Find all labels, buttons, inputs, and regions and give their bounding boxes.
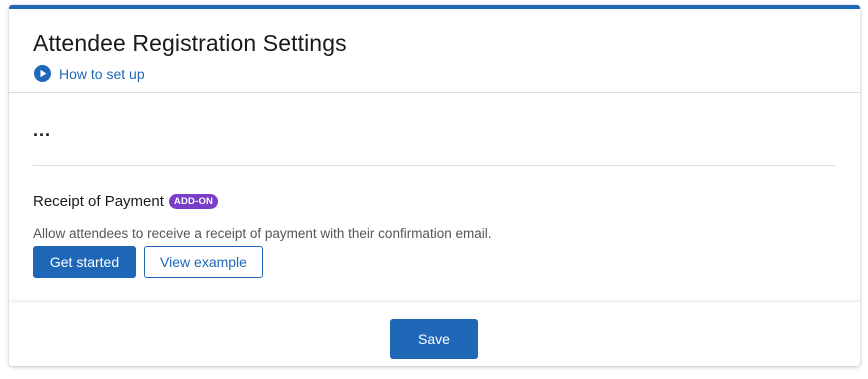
get-started-button[interactable]: Get started xyxy=(33,246,136,278)
section-description: Allow attendees to receive a receipt of … xyxy=(33,226,492,241)
card-footer: Save xyxy=(9,301,860,366)
save-button[interactable]: Save xyxy=(390,319,478,359)
how-to-set-up-label: How to set up xyxy=(59,65,145,82)
card-header: Attendee Registration Settings How to se… xyxy=(9,9,860,93)
page-title: Attendee Registration Settings xyxy=(33,30,347,56)
settings-card: Attendee Registration Settings How to se… xyxy=(9,5,860,366)
how-to-set-up-link[interactable]: How to set up xyxy=(34,65,145,82)
card-body: ... Receipt of Payment ADD-ON Allow atte… xyxy=(9,93,860,301)
collapsed-content-ellipsis[interactable]: ... xyxy=(33,121,51,139)
section-title: Receipt of Payment xyxy=(33,193,164,210)
play-circle-icon xyxy=(34,65,51,82)
section-divider xyxy=(33,165,835,166)
add-on-badge: ADD-ON xyxy=(168,194,219,209)
receipt-section-header: Receipt of Payment ADD-ON xyxy=(33,193,219,210)
view-example-button[interactable]: View example xyxy=(144,246,263,278)
